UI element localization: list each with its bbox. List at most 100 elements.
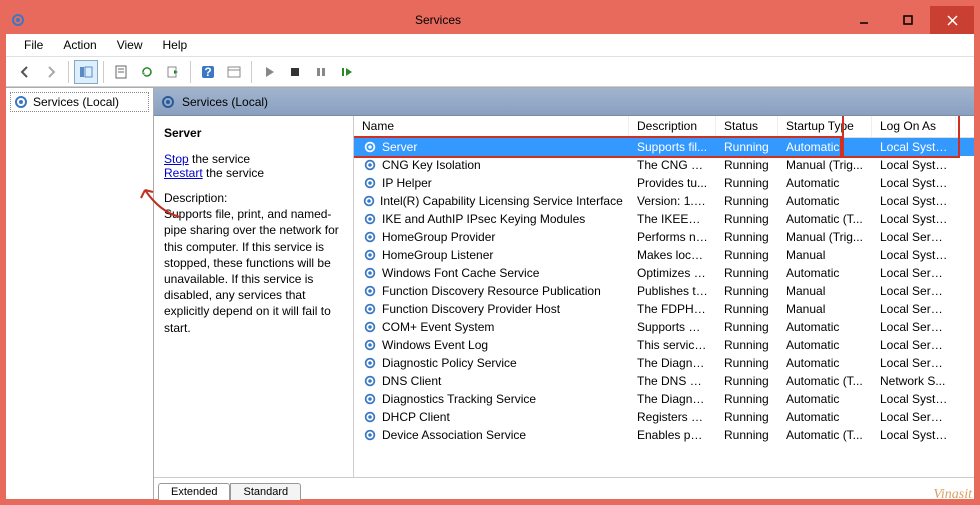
- cell-startup: Automatic: [778, 392, 872, 406]
- table-row[interactable]: HomeGroup Provider Performs ne...RunningM…: [354, 228, 974, 246]
- description-label: Description:: [164, 191, 227, 205]
- tab-extended[interactable]: Extended: [158, 483, 230, 500]
- menu-action[interactable]: Action: [53, 35, 106, 55]
- restart-link[interactable]: Restart: [164, 166, 203, 180]
- tree-pane[interactable]: Services (Local): [6, 88, 154, 499]
- close-button[interactable]: [930, 6, 974, 34]
- menu-file[interactable]: File: [14, 35, 53, 55]
- toolbar: ?: [6, 56, 974, 86]
- menu-view[interactable]: View: [107, 35, 153, 55]
- cell-logon: Local Syste...: [872, 194, 956, 208]
- cell-name: Server: [382, 140, 417, 154]
- table-row[interactable]: Diagnostics Tracking ServiceThe Diagno..…: [354, 390, 974, 408]
- cell-name: Intel(R) Capability Licensing Service In…: [380, 194, 623, 208]
- cell-startup: Automatic: [778, 356, 872, 370]
- col-name[interactable]: Name: [354, 116, 629, 137]
- cell-startup: Automatic: [778, 194, 872, 208]
- refresh-button[interactable]: [135, 60, 159, 84]
- maximize-button[interactable]: [886, 6, 930, 34]
- col-description[interactable]: Description: [629, 116, 716, 137]
- cell-description: Publishes th...: [629, 284, 716, 298]
- cell-name: Function Discovery Resource Publication: [382, 284, 601, 298]
- cell-status: Running: [716, 320, 778, 334]
- cell-name: DNS Client: [382, 374, 441, 388]
- cell-status: Running: [716, 266, 778, 280]
- gear-icon: [362, 247, 378, 263]
- cell-logon: Local Syste...: [872, 158, 956, 172]
- cell-logon: Local Service: [872, 338, 956, 352]
- table-row[interactable]: Device Association ServiceEnables pair..…: [354, 426, 974, 444]
- window-title: Services: [34, 13, 842, 27]
- menu-help[interactable]: Help: [153, 35, 198, 55]
- cell-status: Running: [716, 140, 778, 154]
- table-row[interactable]: Intel(R) Capability Licensing Service In…: [354, 192, 974, 210]
- table-row[interactable]: CNG Key IsolationThe CNG ke...RunningMan…: [354, 156, 974, 174]
- cell-startup: Automatic (T...: [778, 374, 872, 388]
- table-row[interactable]: IKE and AuthIP IPsec Keying ModulesThe I…: [354, 210, 974, 228]
- cell-description: Registers an...: [629, 410, 716, 424]
- cell-status: Running: [716, 428, 778, 442]
- tree-root-services-local[interactable]: Services (Local): [10, 92, 149, 112]
- table-row[interactable]: Function Discovery Resource Publication P…: [354, 282, 974, 300]
- cell-name: IKE and AuthIP IPsec Keying Modules: [382, 212, 585, 226]
- properties-button[interactable]: [109, 60, 133, 84]
- help-button[interactable]: ?: [196, 60, 220, 84]
- minimize-button[interactable]: [842, 6, 886, 34]
- cell-startup: Automatic: [778, 266, 872, 280]
- table-row[interactable]: Diagnostic Policy ServiceThe Diagno...Ru…: [354, 354, 974, 372]
- cell-logon: Local Syste...: [872, 392, 956, 406]
- titlebar[interactable]: Services: [6, 6, 974, 34]
- action-links: Stop the service Restart the service: [164, 152, 343, 180]
- main-pane: Services (Local) Server Stop the service…: [154, 88, 974, 499]
- description-pane: Server Stop the service Restart the serv…: [154, 116, 354, 477]
- cell-status: Running: [716, 338, 778, 352]
- stop-service-button[interactable]: [283, 60, 307, 84]
- table-row[interactable]: Function Discovery Provider HostThe FDPH…: [354, 300, 974, 318]
- cell-description: Performs ne...: [629, 230, 716, 244]
- tab-standard[interactable]: Standard: [230, 483, 301, 500]
- cell-description: Supports fil...: [629, 140, 716, 154]
- cell-name: HomeGroup Provider: [382, 230, 495, 244]
- table-row[interactable]: DNS ClientThe DNS Cli...RunningAutomatic…: [354, 372, 974, 390]
- tree-root-label: Services (Local): [33, 95, 119, 109]
- table-row[interactable]: IP HelperProvides tu...RunningAutomaticL…: [354, 174, 974, 192]
- show-hide-tree-button[interactable]: [74, 60, 98, 84]
- cell-name: Windows Event Log: [382, 338, 488, 352]
- table-row[interactable]: COM+ Event SystemSupports Sy...RunningAu…: [354, 318, 974, 336]
- cell-status: Running: [716, 158, 778, 172]
- table-row[interactable]: Windows Font Cache ServiceOptimizes p...…: [354, 264, 974, 282]
- cell-logon: Local Service: [872, 410, 956, 424]
- rows-container[interactable]: ServerSupports fil...RunningAutomaticLoc…: [354, 138, 974, 477]
- export-button[interactable]: [161, 60, 185, 84]
- col-startup-type[interactable]: Startup Type: [778, 116, 872, 137]
- watermark: Vinasit: [933, 487, 972, 503]
- restart-service-button[interactable]: [335, 60, 359, 84]
- back-button[interactable]: [13, 60, 37, 84]
- col-log-on-as[interactable]: Log On As: [872, 116, 956, 137]
- start-service-button[interactable]: [257, 60, 281, 84]
- forward-button[interactable]: [39, 60, 63, 84]
- pause-service-button[interactable]: [309, 60, 333, 84]
- gear-icon: [362, 157, 378, 173]
- gear-icon: [362, 139, 378, 155]
- gear-icon: [362, 175, 378, 191]
- cell-startup: Manual: [778, 284, 872, 298]
- cell-startup: Manual (Trig...: [778, 230, 872, 244]
- cell-startup: Automatic: [778, 140, 872, 154]
- cell-logon: Local Service: [872, 266, 956, 280]
- services-window: Services File Action View Help ?: [6, 6, 974, 499]
- col-status[interactable]: Status: [716, 116, 778, 137]
- table-row[interactable]: DHCP ClientRegisters an...RunningAutomat…: [354, 408, 974, 426]
- cell-description: Makes local...: [629, 248, 716, 262]
- table-row[interactable]: ServerSupports fil...RunningAutomaticLoc…: [354, 138, 974, 156]
- cell-status: Running: [716, 212, 778, 226]
- cell-name: Function Discovery Provider Host: [382, 302, 560, 316]
- cell-name: Diagnostic Policy Service: [382, 356, 517, 370]
- app-icon: [10, 12, 26, 28]
- stop-link[interactable]: Stop: [164, 152, 189, 166]
- toolbar-button[interactable]: [222, 60, 246, 84]
- table-row[interactable]: Windows Event LogThis service ...Running…: [354, 336, 974, 354]
- cell-description: The DNS Cli...: [629, 374, 716, 388]
- cell-status: Running: [716, 230, 778, 244]
- table-row[interactable]: HomeGroup ListenerMakes local...RunningM…: [354, 246, 974, 264]
